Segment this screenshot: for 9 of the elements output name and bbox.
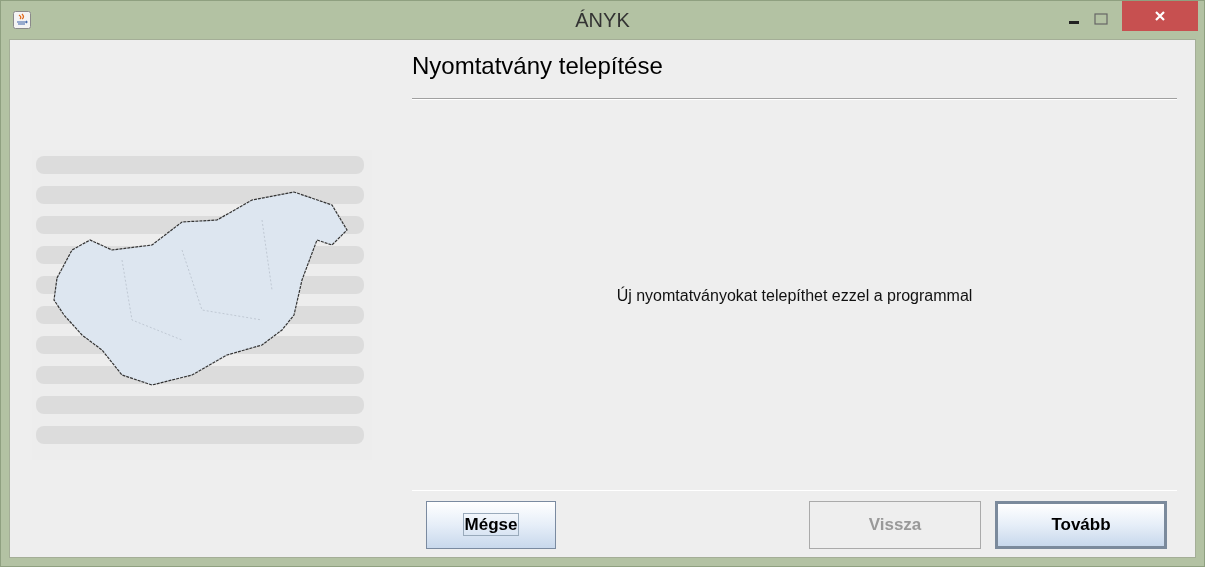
wizard-message: Új nyomtatványokat telepíthet ezzel a programmal: [616, 287, 973, 305]
wizard-button[interactable]: Mégse: [426, 501, 556, 549]
wizard-button[interactable]: Tovább: [995, 501, 1167, 549]
wizard-heading: Nyomtatvány telepítése: [412, 52, 664, 81]
maximize-icon[interactable]: [1094, 13, 1108, 25]
window-title: ÁNYK: [575, 8, 630, 32]
close-icon: [1154, 10, 1166, 22]
close-button[interactable]: [1122, 1, 1198, 31]
app-icon: [13, 11, 31, 29]
